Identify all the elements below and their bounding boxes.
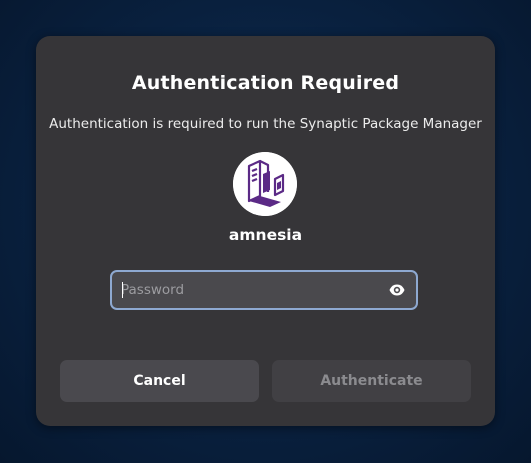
username: amnesia xyxy=(228,226,303,244)
eye-icon[interactable] xyxy=(388,281,406,299)
dialog-title: Authentication Required xyxy=(131,72,400,94)
cancel-button[interactable]: Cancel xyxy=(60,360,259,402)
password-field[interactable] xyxy=(110,270,418,310)
synaptic-package-manager-icon xyxy=(233,152,297,216)
dialog-message: Authentication is required to run the Sy… xyxy=(49,116,482,132)
password-input[interactable] xyxy=(121,272,383,308)
authenticate-button[interactable]: Authenticate xyxy=(272,360,471,402)
user-avatar xyxy=(233,152,297,216)
auth-dialog: Authentication Required Authentication i… xyxy=(36,36,495,426)
text-caret xyxy=(122,282,123,298)
